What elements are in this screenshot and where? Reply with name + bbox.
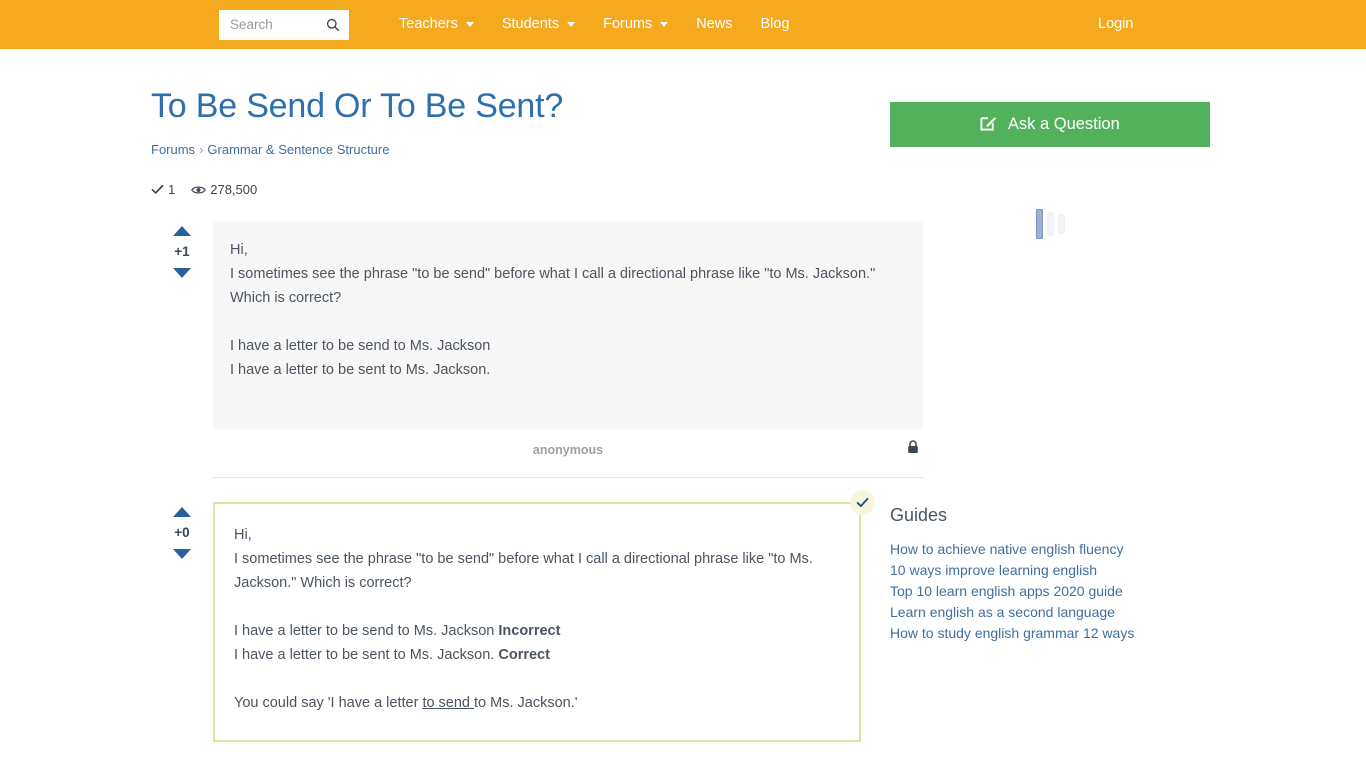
- post-divider: [213, 477, 923, 478]
- nav-item-students[interactable]: Students: [488, 0, 589, 49]
- answer-line-text: I have a letter to be sent to Ms. Jackso…: [234, 647, 499, 663]
- page-title: To Be Send Or To Be Sent?: [151, 87, 564, 125]
- guide-link[interactable]: Top 10 learn english apps 2020 guide: [890, 583, 1123, 599]
- nav-item-forums[interactable]: Forums: [589, 0, 682, 49]
- ask-a-question-label: Ask a Question: [1007, 115, 1120, 133]
- breadcrumb: Forums › Grammar & Sentence Structure: [151, 142, 861, 157]
- answer-vote-count: +0: [174, 525, 190, 540]
- answer-line-text: You could say 'I have a letter: [234, 695, 423, 711]
- post-stats: 1 278,500: [151, 182, 861, 197]
- answer-line-text: I have a letter to be send to Ms. Jackso…: [234, 623, 499, 639]
- triangle-down-icon[interactable]: [173, 268, 191, 278]
- question-body-wrap: Hi, I sometimes see the phrase "to be se…: [213, 221, 923, 478]
- question-meta: anonymous: [213, 429, 923, 471]
- question-line: I sometimes see the phrase "to be send" …: [230, 266, 876, 306]
- breadcrumb-forums[interactable]: Forums: [151, 142, 195, 157]
- answer-text: Hi, I sometimes see the phrase "to be se…: [213, 502, 861, 742]
- answers-count: 1: [168, 182, 176, 197]
- triangle-up-icon[interactable]: [173, 226, 191, 236]
- list-item: 10 ways improve learning english: [890, 560, 1210, 581]
- answer-line-correct: I have a letter to be sent to Ms. Jackso…: [234, 643, 841, 667]
- guide-link[interactable]: Learn english as a second language: [890, 604, 1115, 620]
- guide-link[interactable]: How to achieve native english fluency: [890, 541, 1123, 557]
- loading-bar-icon: [1057, 214, 1065, 234]
- question-post: +1 Hi, I sometimes see the phrase "to be…: [151, 221, 923, 478]
- answer-body-wrap: Hi, I sometimes see the phrase "to be se…: [213, 490, 875, 742]
- question-text: Hi, I sometimes see the phrase "to be se…: [213, 221, 923, 429]
- triangle-down-icon[interactable]: [173, 549, 191, 559]
- guide-link[interactable]: 10 ways improve learning english: [890, 562, 1097, 578]
- nav-item-label: Students: [501, 16, 560, 32]
- question-author: anonymous: [532, 443, 604, 457]
- question-vote-count: +1: [174, 244, 190, 259]
- eye-icon: [191, 186, 207, 193]
- nav-item-label: Teachers: [399, 16, 458, 32]
- list-item: Learn english as a second language: [890, 602, 1210, 623]
- views-count: 278,500: [210, 182, 258, 197]
- check-icon: [151, 184, 164, 194]
- nav-item-teachers[interactable]: Teachers: [385, 0, 488, 49]
- breadcrumb-category[interactable]: Grammar & Sentence Structure: [207, 142, 389, 157]
- check-icon: [856, 497, 869, 508]
- to-send-emphasis: to send: [422, 695, 475, 711]
- nav-item-news[interactable]: News: [682, 0, 746, 49]
- list-item: Top 10 learn english apps 2020 guide: [890, 581, 1210, 602]
- sidebar: Ask a Question Guides How to achieve nat…: [890, 102, 1210, 644]
- chevron-down-icon: [567, 22, 576, 27]
- navbar-inner: Teachers Students Forums News Blog: [0, 0, 1366, 49]
- triangle-up-icon[interactable]: [173, 507, 191, 517]
- answer-line-incorrect: I have a letter to be send to Ms. Jackso…: [234, 619, 841, 643]
- breadcrumb-separator: ›: [199, 142, 204, 157]
- ad-loading-placeholder: [890, 204, 1210, 244]
- answer-blank-line: [234, 595, 841, 619]
- question-vote-box: +1: [151, 221, 213, 278]
- loading-bar-icon: [1035, 209, 1043, 239]
- loading-bar-icon: [1046, 212, 1054, 236]
- answer-blank-line: [234, 667, 841, 691]
- main-content: To Be Send Or To Be Sent? Forums › Grammar…: [151, 85, 923, 742]
- chevron-down-icon: [660, 22, 669, 27]
- chevron-down-icon: [465, 22, 474, 27]
- search-box[interactable]: [219, 9, 349, 40]
- question-line: Hi,: [230, 242, 248, 258]
- answer-vote-box: +0: [151, 502, 213, 559]
- ask-a-question-button[interactable]: Ask a Question: [890, 102, 1210, 147]
- nav-item-label: Blog: [760, 16, 790, 32]
- nav-item-blog[interactable]: Blog: [747, 0, 804, 49]
- question-line: I have a letter to be sent to Ms. Jackso…: [230, 362, 491, 378]
- list-item: How to study english grammar 12 ways: [890, 623, 1210, 644]
- question-blank-line: [230, 310, 905, 334]
- login-link[interactable]: Login: [1098, 0, 1133, 49]
- pencil-square-icon: [980, 117, 997, 131]
- list-item: How to achieve native english fluency: [890, 539, 1210, 560]
- incorrect-label: Incorrect: [498, 623, 561, 639]
- nav-item-label: Forums: [603, 16, 653, 32]
- guide-link[interactable]: How to study english grammar 12 ways: [890, 625, 1134, 641]
- guides-heading: Guides: [890, 505, 948, 525]
- nav-links: Teachers Students Forums News Blog: [385, 0, 804, 49]
- answer-line-example: You could say 'I have a letter to send t…: [234, 691, 841, 715]
- answer-post: +0 Hi, I sometimes see the phrase "to be…: [151, 490, 875, 742]
- nav-item-label: News: [696, 16, 733, 32]
- question-line: I have a letter to be send to Ms. Jackso…: [230, 338, 491, 354]
- top-navbar: Teachers Students Forums News Blog Login: [0, 0, 1366, 49]
- answer-line: Hi,: [234, 527, 252, 543]
- answer-line-text: to Ms. Jackson.': [474, 695, 578, 711]
- search-input[interactable]: [230, 17, 326, 32]
- search-icon[interactable]: [326, 18, 340, 32]
- correct-label: Correct: [498, 647, 550, 663]
- guides-list: How to achieve native english fluency 10…: [890, 539, 1210, 644]
- answer-line: I sometimes see the phrase "to be send" …: [234, 551, 813, 591]
- accepted-answer-badge[interactable]: [850, 490, 875, 515]
